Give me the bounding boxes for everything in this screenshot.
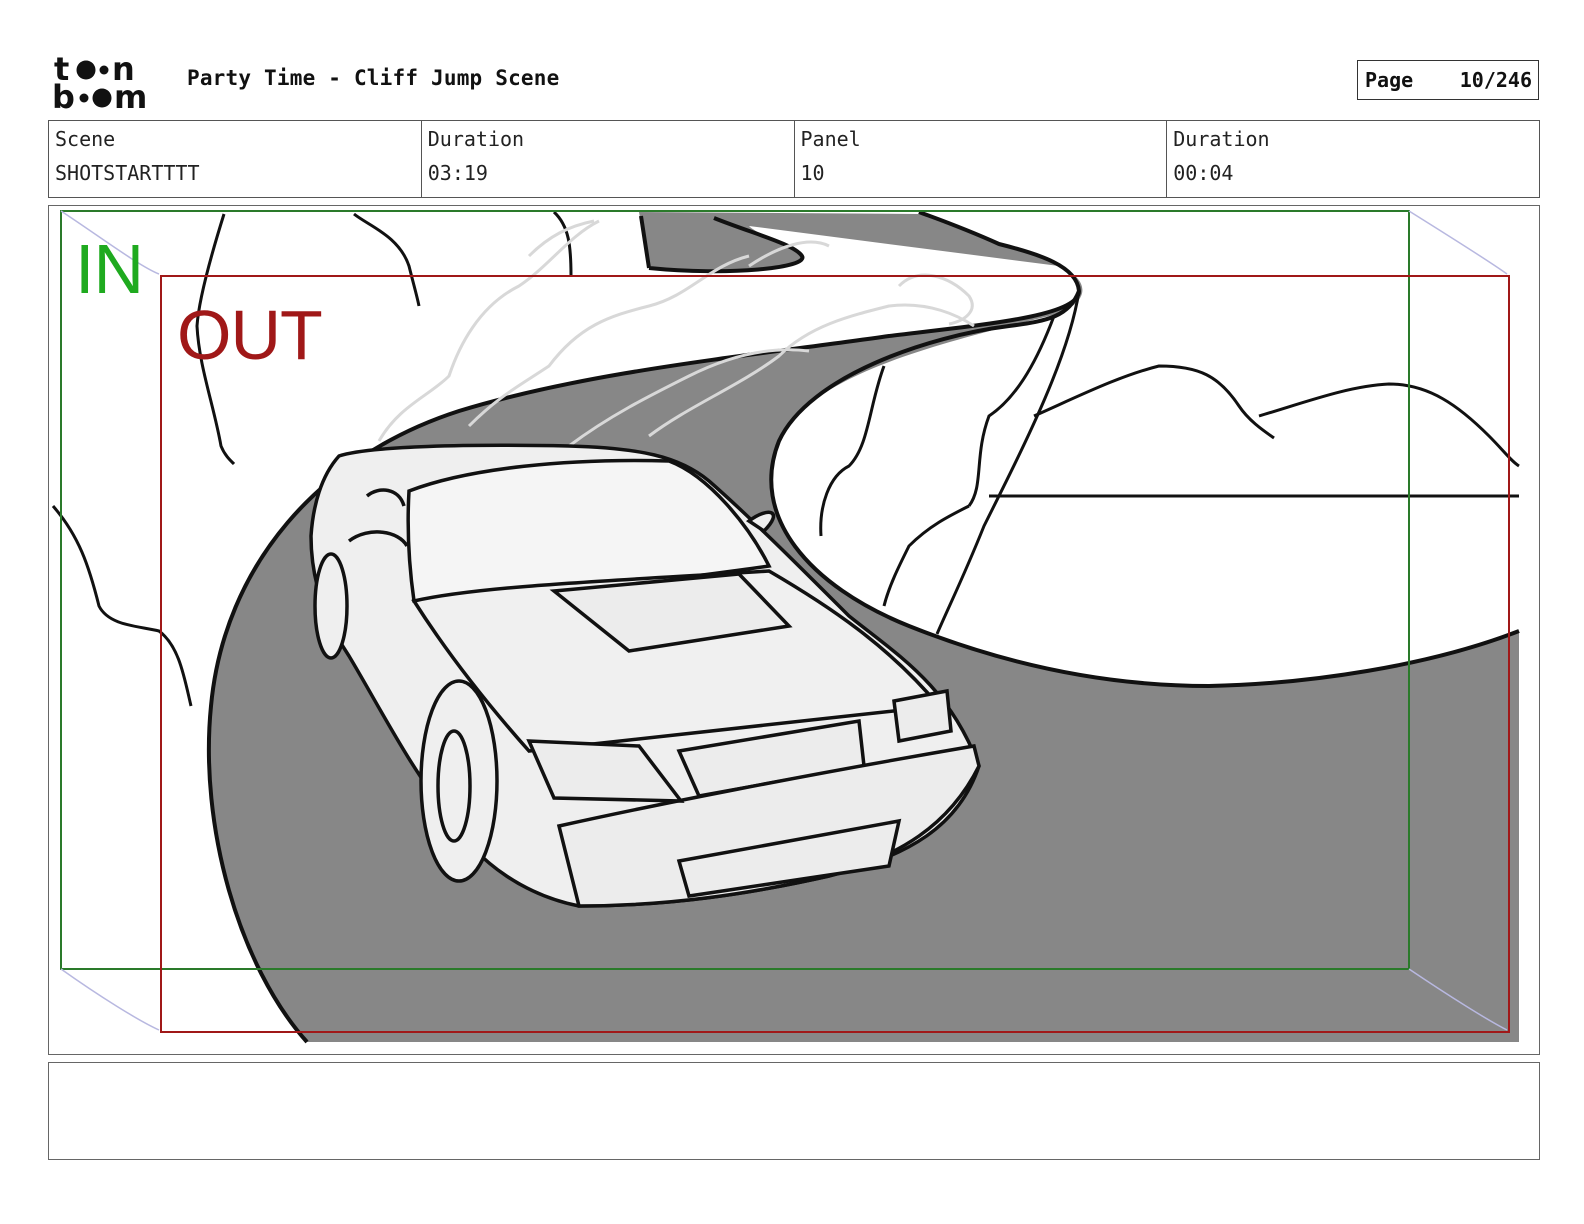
page-number: 10/246: [1459, 68, 1532, 92]
scene-duration-cell: Duration 03:19: [422, 121, 795, 197]
cliff-right-2: [819, 365, 886, 537]
panel-label: Panel: [800, 127, 861, 151]
scene-value: SHOTSTARTTTT: [55, 161, 200, 185]
toonboom-logo: t n b m: [52, 50, 164, 116]
storyboard-panel: IN OUT: [48, 205, 1540, 1055]
cliff-top: [353, 212, 421, 307]
cliff-right: [935, 290, 1081, 635]
cliff-left-2: [51, 505, 193, 707]
page-label: Page: [1365, 68, 1414, 92]
scene-label: Scene: [55, 127, 116, 151]
mountains: [1033, 364, 1520, 468]
wheel-rear: [313, 552, 349, 660]
scene-info-table: Scene SHOTSTARTTTT Duration 03:19 Panel …: [48, 120, 1540, 198]
scene-cell: Scene SHOTSTARTTTT: [49, 121, 422, 197]
svg-text:m: m: [114, 78, 147, 112]
panel-cell: Panel 10: [795, 121, 1168, 197]
scene-duration-label: Duration: [427, 127, 525, 151]
wheel-front-hub: [436, 729, 472, 843]
document-title: Party Time - Cliff Jump Scene: [187, 66, 560, 90]
cliff-right-3: [967, 315, 1056, 507]
panel-notes-box: [48, 1062, 1540, 1160]
panel-duration-value: 00:04: [1173, 161, 1234, 185]
scene-duration-value: 03:19: [427, 161, 488, 185]
out-label: OUT: [177, 296, 323, 374]
panel-value: 10: [800, 161, 825, 185]
page-indicator: Page 10/246: [1357, 60, 1539, 100]
headlight-right: [892, 688, 953, 744]
svg-text:b: b: [52, 78, 75, 112]
in-label: IN: [75, 230, 144, 308]
panel-duration-label: Duration: [1173, 127, 1270, 151]
panel-duration-cell: Duration 00:04: [1167, 121, 1539, 197]
